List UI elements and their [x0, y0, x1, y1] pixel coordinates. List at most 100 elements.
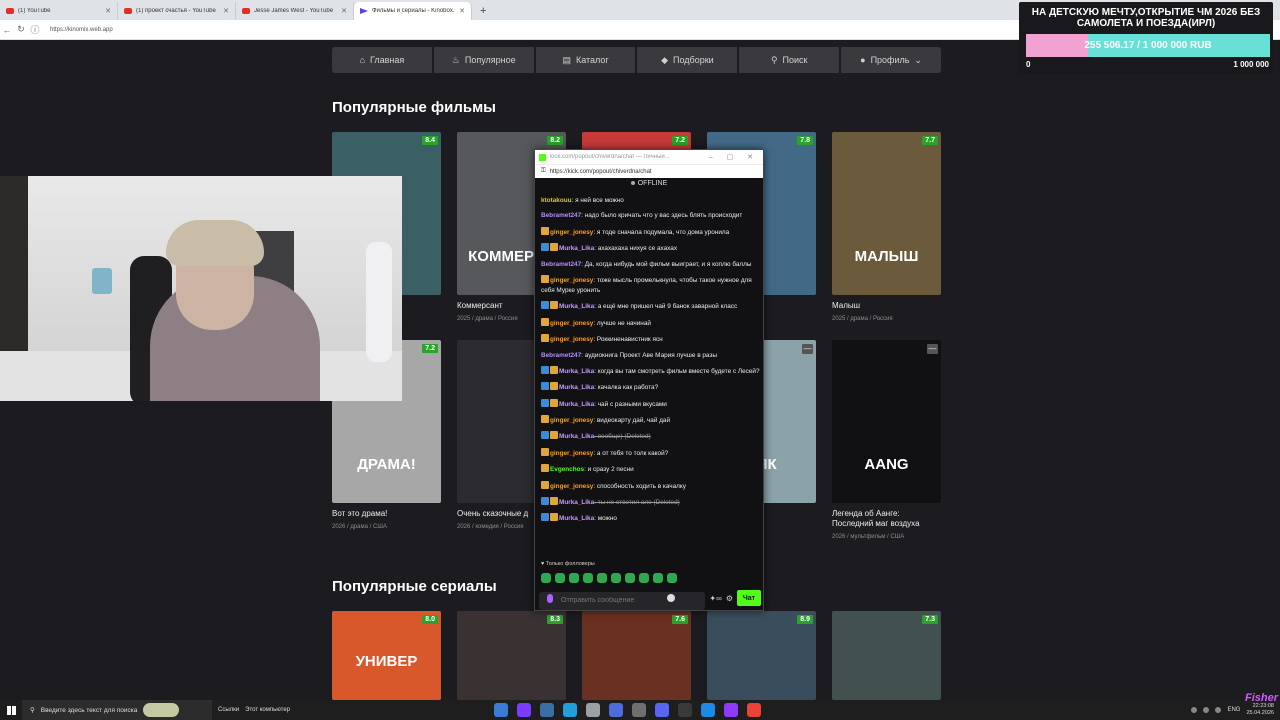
chat-message[interactable]: ginger_jonesy: я тоде сначала подумала, …: [541, 226, 761, 238]
movie-title[interactable]: Легенда об Аанге: Последний маг воздуха: [832, 509, 941, 529]
tab-close-icon[interactable]: ✕: [459, 7, 465, 15]
chat-message-input[interactable]: [539, 591, 706, 610]
chat-message[interactable]: ginger_jonesy: Роккиненавистник ясн: [541, 334, 761, 345]
emote-icon[interactable]: [639, 573, 649, 583]
taskbar-app-icon[interactable]: [632, 703, 646, 717]
taskbar-links[interactable]: Ссылки: [218, 707, 239, 713]
chat-username[interactable]: Murka_Lika: [559, 303, 594, 310]
mic-icon[interactable]: [547, 594, 553, 603]
movie-poster[interactable]: МАЛЫШ 7.7: [832, 132, 941, 295]
movie-poster[interactable]: 8.9: [707, 611, 816, 700]
chat-username[interactable]: Murka_Lika: [559, 401, 594, 408]
chat-username[interactable]: Murka_Lika: [559, 515, 594, 522]
chat-username[interactable]: ginger_jonesy: [550, 320, 593, 327]
movie-card[interactable]: МАЛЫШ 7.7 Малыш 2025 / драма / Россия: [832, 132, 941, 322]
nav-item[interactable]: ♨ Популярное: [433, 47, 534, 73]
movie-title[interactable]: Малыш: [832, 301, 941, 311]
chat-username[interactable]: Murka_Lika: [559, 433, 594, 440]
chat-message[interactable]: Murka_Lika: а ещё мне пришел чай 9 банок…: [541, 301, 761, 312]
movie-card[interactable]: AANG — Легенда об Аанге: Последний маг воз…: [832, 340, 941, 540]
settings-gear-icon[interactable]: ⚙: [726, 594, 733, 603]
chat-username[interactable]: ginger_jonesy: [550, 336, 593, 343]
tray-app-icon[interactable]: [1191, 707, 1198, 713]
nav-item[interactable]: ● Профиль ⌄: [841, 47, 941, 73]
emote-icon[interactable]: [541, 573, 551, 583]
chat-message[interactable]: ginger_jonesy: способность ходить в кача…: [541, 480, 761, 492]
nav-item[interactable]: ◆ Подборки: [637, 47, 738, 73]
chat-message[interactable]: Murka_Lika: ты не ответил але (Deleted): [541, 497, 761, 508]
chat-username[interactable]: Murka_Lika: [559, 245, 594, 252]
windows-start-icon[interactable]: [0, 700, 22, 720]
chat-message[interactable]: ktotakouu: я ней все можно: [541, 196, 761, 206]
points-icon[interactable]: ✦∞: [709, 594, 721, 603]
browser-tab[interactable]: (1) YouTube ✕: [0, 2, 118, 20]
chat-username[interactable]: Murka_Lika: [559, 384, 594, 391]
chat-url[interactable]: https://kick.com/popout/chiverdna/chat: [550, 169, 652, 175]
taskbar-search[interactable]: ⚲ Введите здесь текст для поиска: [22, 700, 212, 720]
emote-icon[interactable]: [625, 573, 635, 583]
tab-close-icon[interactable]: ✕: [341, 7, 347, 15]
chat-username[interactable]: Evgenchos: [550, 466, 584, 473]
chat-username[interactable]: Murka_Lika: [559, 499, 594, 506]
emote-icon[interactable]: [597, 573, 607, 583]
chat-username[interactable]: ginger_jonesy: [550, 417, 593, 424]
taskbar-app-icon[interactable]: [701, 703, 715, 717]
chat-username[interactable]: ginger_jonesy: [550, 229, 593, 236]
taskbar-app-icon[interactable]: [724, 703, 738, 717]
emote-icon[interactable]: [667, 573, 677, 583]
chat-message[interactable]: Bebramet247: надо было кричать что у вас…: [541, 211, 761, 221]
chat-message[interactable]: ginger_jonesy: тоже мысль промелькнула, …: [541, 274, 761, 296]
tray-network-icon[interactable]: [1203, 707, 1210, 713]
new-tab-button[interactable]: +: [472, 2, 494, 20]
movie-card[interactable]: УНИВЕР 8.0: [332, 611, 441, 700]
movie-poster[interactable]: УНИВЕР 8.0: [332, 611, 441, 700]
emote-icon[interactable]: [611, 573, 621, 583]
url-field[interactable]: https://kinomix.web.app: [50, 27, 113, 33]
movie-poster[interactable]: 7.6: [582, 611, 691, 700]
emote-icon[interactable]: [555, 573, 565, 583]
chat-username[interactable]: ktotakouu: [541, 197, 572, 204]
emote-icon[interactable]: [583, 573, 593, 583]
chat-message[interactable]: Murka_Lika: ахахахаха нихуя се ахахах: [541, 243, 761, 254]
browser-tab[interactable]: (1) проект счастья - YouTube ✕: [118, 2, 236, 20]
movie-card[interactable]: 7.6: [582, 611, 691, 700]
taskbar-app-icon[interactable]: [655, 703, 669, 717]
tab-close-icon[interactable]: ✕: [105, 7, 111, 15]
back-icon[interactable]: ←: [0, 25, 14, 35]
language-indicator[interactable]: ENG: [1227, 707, 1240, 713]
movie-poster[interactable]: 7.3: [832, 611, 941, 700]
browser-tab[interactable]: Фильмы и сериалы - Kinobox.in ✕: [354, 2, 472, 20]
taskbar-app-icon[interactable]: [586, 703, 600, 717]
chat-message[interactable]: Murka_Lika: вообще) (Deleted): [541, 431, 761, 442]
taskbar-app-icon[interactable]: [747, 703, 761, 717]
chat-message[interactable]: Bebramet247: аудиокнига Проект Аве Мария…: [541, 351, 761, 361]
chat-message[interactable]: Murka_Lika: когда вы там смотреть фильм …: [541, 365, 761, 377]
chat-username[interactable]: Bebramet247: [541, 352, 581, 359]
collapse-icon[interactable]: —: [927, 344, 938, 354]
movie-poster[interactable]: 8.3: [457, 611, 566, 700]
tray-volume-icon[interactable]: [1215, 707, 1222, 713]
chat-username[interactable]: Bebramet247: [541, 212, 581, 219]
send-chat-button[interactable]: Чат: [737, 590, 761, 606]
taskbar-app-icon[interactable]: [517, 703, 531, 717]
chat-username[interactable]: Bebramet247: [541, 261, 581, 268]
chat-username[interactable]: ginger_jonesy: [550, 483, 593, 490]
taskbar-app-icon[interactable]: [678, 703, 692, 717]
nav-item[interactable]: ⌂ Главная: [332, 47, 432, 73]
site-info-icon[interactable]: ⓘ: [28, 23, 42, 36]
reload-icon[interactable]: ↻: [14, 24, 28, 35]
emote-icon[interactable]: [569, 573, 579, 583]
nav-item[interactable]: ▤ Каталог: [535, 47, 636, 73]
movie-card[interactable]: 8.3: [457, 611, 566, 700]
window-controls-icon[interactable]: – ▢ ✕: [709, 153, 759, 161]
chat-message[interactable]: Murka_Lika: чай с разными вкусами: [541, 398, 761, 410]
emote-icon[interactable]: [653, 573, 663, 583]
taskbar-app-icon[interactable]: [563, 703, 577, 717]
chat-message[interactable]: ginger_jonesy: лучше не начинай: [541, 317, 761, 329]
taskbar-this-pc[interactable]: Этот компьютер: [245, 707, 290, 713]
taskbar-clock[interactable]: 22:23:08 25.04.2026: [1246, 703, 1274, 717]
chat-username[interactable]: ginger_jonesy: [550, 277, 593, 284]
movie-poster[interactable]: AANG —: [832, 340, 941, 503]
chat-message[interactable]: Bebramet247: Да, когда нибудь мой фильм …: [541, 260, 761, 270]
tab-close-icon[interactable]: ✕: [223, 7, 229, 15]
